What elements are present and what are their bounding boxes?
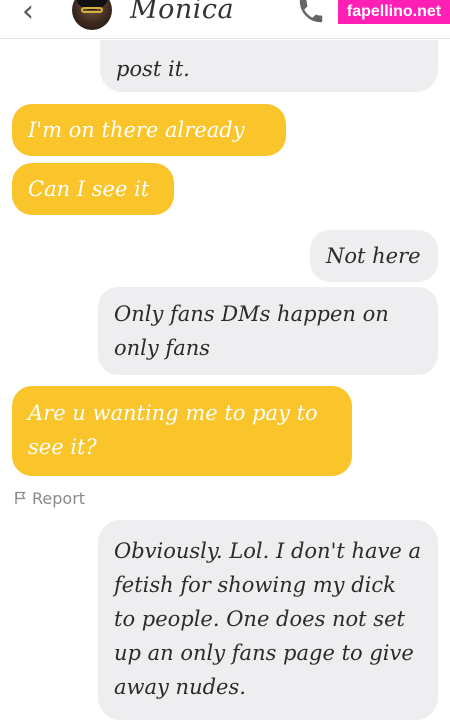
contact-name[interactable]: Monica <box>130 0 234 25</box>
message-bubble-received[interactable]: Can I see it <box>12 163 174 215</box>
message-bubble-sent[interactable]: Obviously. Lol. I don't have a fetish fo… <box>98 520 438 720</box>
message-bubble-received[interactable]: Are u wanting me to pay to see it? <box>12 386 352 476</box>
report-label: Report <box>32 488 86 508</box>
avatar-glasses <box>81 7 103 13</box>
avatar[interactable] <box>72 0 112 30</box>
message-bubble-sent[interactable]: post it. <box>100 40 438 92</box>
back-chevron-icon[interactable]: ‹ <box>22 0 52 30</box>
flag-icon <box>15 491 26 504</box>
message-bubble-sent[interactable]: Not here <box>310 230 438 282</box>
message-bubble-received[interactable]: I'm on there already <box>12 104 286 156</box>
watermark: fapellino.net <box>338 0 450 24</box>
report-link[interactable]: Report <box>14 486 85 510</box>
phone-icon[interactable] <box>296 0 326 26</box>
message-bubble-sent[interactable]: Only fans DMs happen on only fans <box>98 287 438 375</box>
